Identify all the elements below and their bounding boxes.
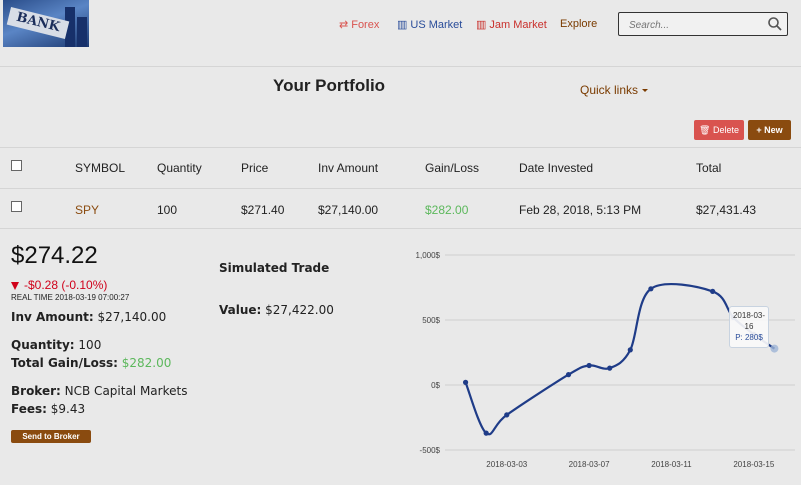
send-to-broker-button[interactable]: Send to Broker <box>11 430 91 443</box>
tooltip-value: P: 280$ <box>735 333 763 342</box>
x-tick-label: 2018-03-11 <box>651 460 692 469</box>
cell-quantity: 100 <box>157 203 178 217</box>
cell-total: $27,431.43 <box>696 203 757 217</box>
data-point <box>607 365 613 371</box>
table-header-border <box>0 188 801 189</box>
simulated-trade-title: Simulated Trade <box>219 261 330 275</box>
quantity-label: Quantity: <box>11 338 75 352</box>
fees-value: $9.43 <box>50 402 86 416</box>
search-icon[interactable] <box>767 16 783 32</box>
y-tick-label: 500$ <box>422 316 440 325</box>
data-point <box>462 379 469 385</box>
price-series-line <box>464 282 776 436</box>
data-point <box>565 372 572 378</box>
y-tick-label: -500$ <box>420 446 441 455</box>
gain-label: Total Gain/Loss: <box>11 356 118 370</box>
data-point <box>586 362 592 369</box>
cell-price: $271.40 <box>241 203 285 217</box>
data-point <box>504 412 510 418</box>
cell-inv-amount: $27,140.00 <box>318 203 379 217</box>
tooltip-date-line1: 2018-03- <box>732 311 766 320</box>
current-price: $274.22 <box>11 242 98 269</box>
column-symbol[interactable]: SYMBOL <box>75 161 125 175</box>
simulated-value-label: Value: <box>219 303 262 317</box>
nav-jam-market-label: Jam Market <box>489 19 547 31</box>
broker-value: NCB Capital Markets <box>64 384 188 398</box>
nav-explore[interactable]: Explore <box>560 18 597 30</box>
fees-label: Fees: <box>11 402 47 416</box>
column-total[interactable]: Total <box>696 161 721 175</box>
data-point <box>483 430 489 436</box>
exchange-icon: ⇄ <box>339 19 349 31</box>
column-date-invested[interactable]: Date Invested <box>519 161 593 175</box>
gain-value: $282.00 <box>121 356 172 370</box>
nav-us-market[interactable]: ▥ US Market <box>397 18 462 31</box>
y-tick-label: 0$ <box>431 381 440 390</box>
quantity-value: 100 <box>78 338 102 352</box>
down-arrow-icon <box>11 281 19 290</box>
trash-icon: 🗑︎ <box>699 125 711 135</box>
building-shape <box>77 17 87 47</box>
search-input[interactable] <box>627 14 771 36</box>
cell-date-invested: Feb 28, 2018, 5:13 PM <box>519 203 642 217</box>
inv-amount-label: Inv Amount: <box>11 310 94 324</box>
broker-line: Broker: NCB Capital Markets <box>11 384 187 398</box>
caret-down-icon <box>642 89 649 93</box>
quick-links-label: Quick links <box>580 83 639 97</box>
header-divider <box>0 66 801 67</box>
price-change-value: -$0.28 (-0.10%) <box>24 278 108 292</box>
page-title: Your Portfolio <box>273 76 386 95</box>
nav-us-market-label: US Market <box>410 19 463 31</box>
new-button[interactable]: + New <box>748 120 791 140</box>
data-point <box>648 286 654 292</box>
data-point <box>710 288 716 294</box>
cell-symbol[interactable]: SPY <box>75 203 99 217</box>
price-chart[interactable]: 1,000$ 500$ 0$ -500$ 2018-03-03 2018-03-07 201… <box>400 240 800 480</box>
table-top-border <box>0 147 801 148</box>
inv-amount-line: Inv Amount: $27,140.00 <box>11 310 166 324</box>
column-price[interactable]: Price <box>241 161 268 175</box>
bank-logo[interactable]: BANK <box>3 0 89 47</box>
broker-label: Broker: <box>11 384 61 398</box>
column-inv-amount[interactable]: Inv Amount <box>318 161 378 175</box>
x-tick-label: 2018-03-07 <box>569 460 610 469</box>
hover-point <box>770 344 779 353</box>
nav-explore-label: Explore <box>560 18 598 30</box>
delete-label: Delete <box>712 125 739 135</box>
logo-text: BANK <box>6 7 70 39</box>
search-box <box>618 12 788 36</box>
table-row-border <box>0 228 801 229</box>
inv-amount-value: $27,140.00 <box>97 310 167 324</box>
real-time-stamp: REAL TIME 2018-03-19 07:00:27 <box>11 293 130 302</box>
row-checkbox[interactable] <box>11 201 22 212</box>
select-all-checkbox[interactable] <box>11 160 22 171</box>
simulated-value: $27,422.00 <box>265 303 334 317</box>
nav-jam-market[interactable]: ▥ Jam Market <box>476 18 547 31</box>
nav-forex[interactable]: ⇄ Forex <box>339 18 379 31</box>
header: BANK ⇄ Forex ▥ US Market ▥ Jam Market Explo… <box>0 0 801 52</box>
x-tick-label: 2018-03-03 <box>486 460 527 469</box>
quantity-line: Quantity: 100 <box>11 338 101 352</box>
plus-icon: + <box>756 125 762 135</box>
delete-button[interactable]: 🗑︎ Delete <box>694 120 744 140</box>
bar-chart-icon: ▥ <box>397 19 408 31</box>
column-gain-loss[interactable]: Gain/Loss <box>425 161 479 175</box>
cell-gain-loss: $282.00 <box>425 203 469 217</box>
data-point <box>627 347 633 353</box>
column-quantity[interactable]: Quantity <box>157 161 202 175</box>
bar-chart-icon: ▥ <box>476 19 487 31</box>
fees-line: Fees: $9.43 <box>11 402 85 416</box>
y-tick-label: 1,000$ <box>416 251 441 260</box>
nav-forex-label: Forex <box>351 19 380 31</box>
simulated-value-line: Value: $27,422.00 <box>219 303 334 317</box>
new-label: New <box>764 125 783 135</box>
gain-line: Total Gain/Loss: $282.00 <box>11 356 171 370</box>
price-change: -$0.28 (-0.10%) <box>11 278 107 292</box>
tooltip-date-line2: 16 <box>744 322 754 331</box>
x-tick-label: 2018-03-15 <box>733 460 774 469</box>
chart-tooltip: 2018-03- 16 P: 280$ <box>729 306 769 348</box>
quick-links-dropdown[interactable]: Quick links <box>580 83 649 97</box>
